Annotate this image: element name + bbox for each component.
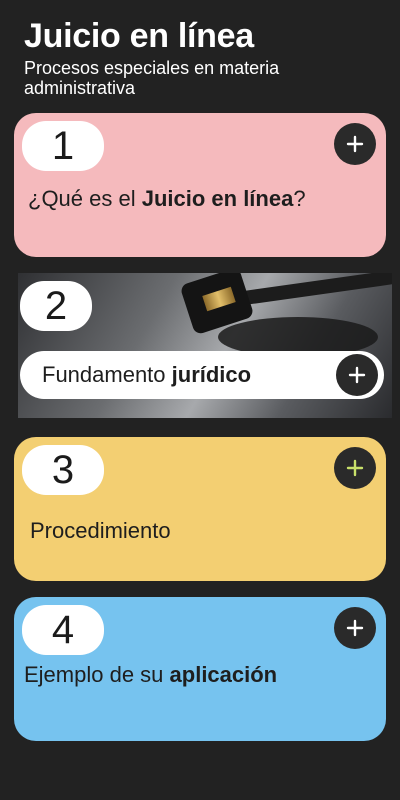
expand-button[interactable]	[336, 354, 378, 396]
plus-icon	[346, 459, 364, 477]
card-procedimiento[interactable]: 3 Procedimiento	[14, 437, 386, 581]
card-number: 3	[22, 445, 104, 495]
card-label: Fundamento jurídico	[42, 362, 252, 387]
card-number: 4	[22, 605, 104, 655]
page-title: Juicio en línea	[24, 17, 254, 55]
page-header: Juicio en línea Procesos especiales en m…	[24, 16, 384, 98]
plus-icon	[348, 366, 366, 384]
plus-icon	[346, 135, 364, 153]
card-fundamento-juridico[interactable]: 2 Fundamento jurídico	[18, 273, 392, 418]
card-number: 1	[22, 121, 104, 171]
card-juicio-en-linea[interactable]: 1 ¿Qué es el Juicio en línea?	[14, 113, 386, 257]
expand-button[interactable]	[334, 447, 376, 489]
plus-icon	[346, 619, 364, 637]
card-label: Ejemplo de su aplicación	[24, 662, 278, 687]
card-label: Procedimiento	[30, 518, 171, 543]
card-number: 2	[20, 281, 92, 331]
expand-button[interactable]	[334, 607, 376, 649]
expand-button[interactable]	[334, 123, 376, 165]
card-ejemplo-aplicacion[interactable]: 4 Ejemplo de su aplicación	[14, 597, 386, 741]
card-label: ¿Qué es el Juicio en línea?	[28, 186, 306, 211]
page-subtitle: Procesos especiales en materia administr…	[24, 58, 280, 98]
card-label-pill[interactable]: Fundamento jurídico	[20, 351, 384, 399]
